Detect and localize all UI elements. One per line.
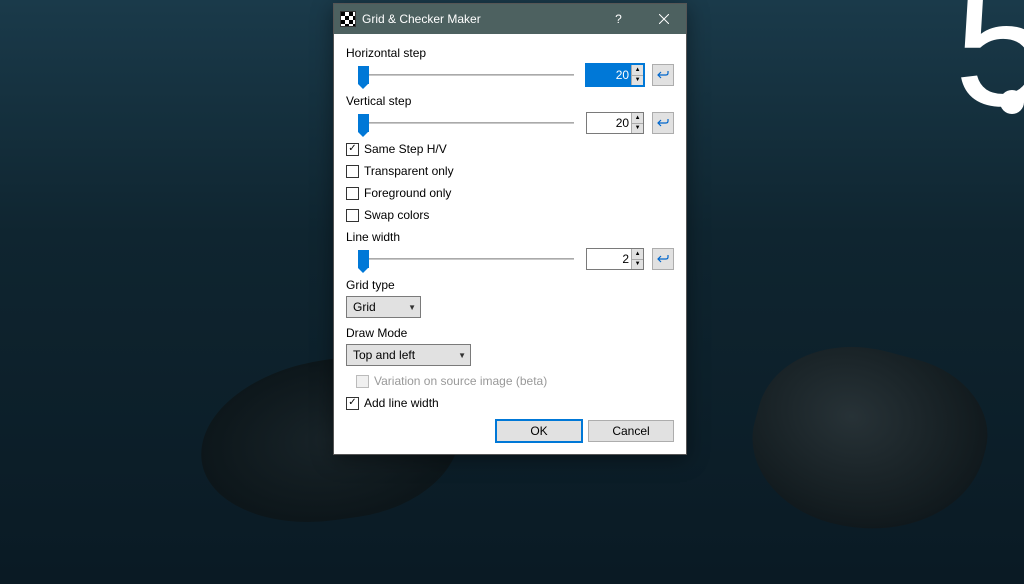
wallpaper-turtle-flipper — [735, 323, 1004, 556]
variation-checkbox-row: Variation on source image (beta) — [346, 374, 674, 388]
same-step-label: Same Step H/V — [364, 142, 447, 156]
transparent-only-checkbox-row[interactable]: Transparent only — [346, 164, 674, 178]
spinner-down-icon[interactable]: ▼ — [632, 260, 643, 270]
slider-track — [360, 258, 574, 260]
close-icon — [659, 14, 669, 24]
same-step-checkbox[interactable]: ✓ — [346, 143, 359, 156]
draw-mode-label: Draw Mode — [346, 326, 674, 340]
desktop-corner-number: 5 — [954, 0, 1024, 147]
spinner-down-icon[interactable]: ▼ — [632, 76, 643, 86]
horizontal-step-spinner[interactable]: ▲ ▼ — [631, 65, 643, 85]
spinner-up-icon[interactable]: ▲ — [632, 249, 643, 260]
horizontal-step-input[interactable]: ▲ ▼ — [586, 64, 644, 86]
slider-track — [360, 122, 574, 124]
chevron-down-icon: ▼ — [458, 351, 466, 360]
vertical-step-slider[interactable] — [356, 113, 578, 133]
grid-checker-dialog: Grid & Checker Maker ? Horizontal step ▲… — [333, 3, 687, 455]
grid-type-label: Grid type — [346, 278, 674, 292]
foreground-only-checkbox[interactable] — [346, 187, 359, 200]
grid-type-value: Grid — [353, 300, 408, 314]
app-icon — [340, 11, 356, 27]
reset-icon — [657, 70, 669, 80]
grid-type-dropdown[interactable]: Grid ▼ — [346, 296, 421, 318]
horizontal-step-label: Horizontal step — [346, 46, 674, 60]
line-width-slider[interactable] — [356, 249, 578, 269]
foreground-only-checkbox-row[interactable]: Foreground only — [346, 186, 674, 200]
foreground-only-label: Foreground only — [364, 186, 451, 200]
dialog-title: Grid & Checker Maker — [362, 12, 596, 26]
vertical-step-label: Vertical step — [346, 94, 674, 108]
reset-icon — [657, 118, 669, 128]
swap-colors-label: Swap colors — [364, 208, 429, 222]
line-width-input[interactable]: ▲ ▼ — [586, 248, 644, 270]
transparent-only-checkbox[interactable] — [346, 165, 359, 178]
vertical-step-spinner[interactable]: ▲ ▼ — [631, 113, 643, 133]
variation-checkbox — [356, 375, 369, 388]
horizontal-step-reset[interactable] — [652, 64, 674, 86]
ok-button[interactable]: OK — [496, 420, 582, 442]
horizontal-step-value[interactable] — [587, 65, 631, 85]
variation-label: Variation on source image (beta) — [374, 374, 547, 388]
close-button[interactable] — [641, 4, 686, 34]
desktop-corner-dot — [1000, 90, 1024, 114]
slider-thumb[interactable] — [358, 250, 369, 268]
spinner-up-icon[interactable]: ▲ — [632, 113, 643, 124]
chevron-down-icon: ▼ — [408, 303, 416, 312]
help-button[interactable]: ? — [596, 4, 641, 34]
same-step-checkbox-row[interactable]: ✓ Same Step H/V — [346, 142, 674, 156]
vertical-step-value[interactable] — [587, 113, 631, 133]
vertical-step-input[interactable]: ▲ ▼ — [586, 112, 644, 134]
slider-track — [360, 74, 574, 76]
vertical-step-reset[interactable] — [652, 112, 674, 134]
line-width-reset[interactable] — [652, 248, 674, 270]
horizontal-step-slider[interactable] — [356, 65, 578, 85]
add-line-width-checkbox-row[interactable]: ✓ Add line width — [346, 396, 674, 410]
reset-icon — [657, 254, 669, 264]
spinner-down-icon[interactable]: ▼ — [632, 124, 643, 134]
line-width-spinner[interactable]: ▲ ▼ — [631, 249, 643, 269]
spinner-up-icon[interactable]: ▲ — [632, 65, 643, 76]
add-line-width-label: Add line width — [364, 396, 439, 410]
slider-thumb[interactable] — [358, 66, 369, 84]
dialog-content: Horizontal step ▲ ▼ Vertical step — [334, 34, 686, 454]
line-width-label: Line width — [346, 230, 674, 244]
draw-mode-value: Top and left — [353, 348, 458, 362]
slider-thumb[interactable] — [358, 114, 369, 132]
add-line-width-checkbox[interactable]: ✓ — [346, 397, 359, 410]
swap-colors-checkbox-row[interactable]: Swap colors — [346, 208, 674, 222]
transparent-only-label: Transparent only — [364, 164, 454, 178]
cancel-button[interactable]: Cancel — [588, 420, 674, 442]
line-width-value[interactable] — [587, 249, 631, 269]
dialog-titlebar[interactable]: Grid & Checker Maker ? — [334, 4, 686, 34]
draw-mode-dropdown[interactable]: Top and left ▼ — [346, 344, 471, 366]
swap-colors-checkbox[interactable] — [346, 209, 359, 222]
